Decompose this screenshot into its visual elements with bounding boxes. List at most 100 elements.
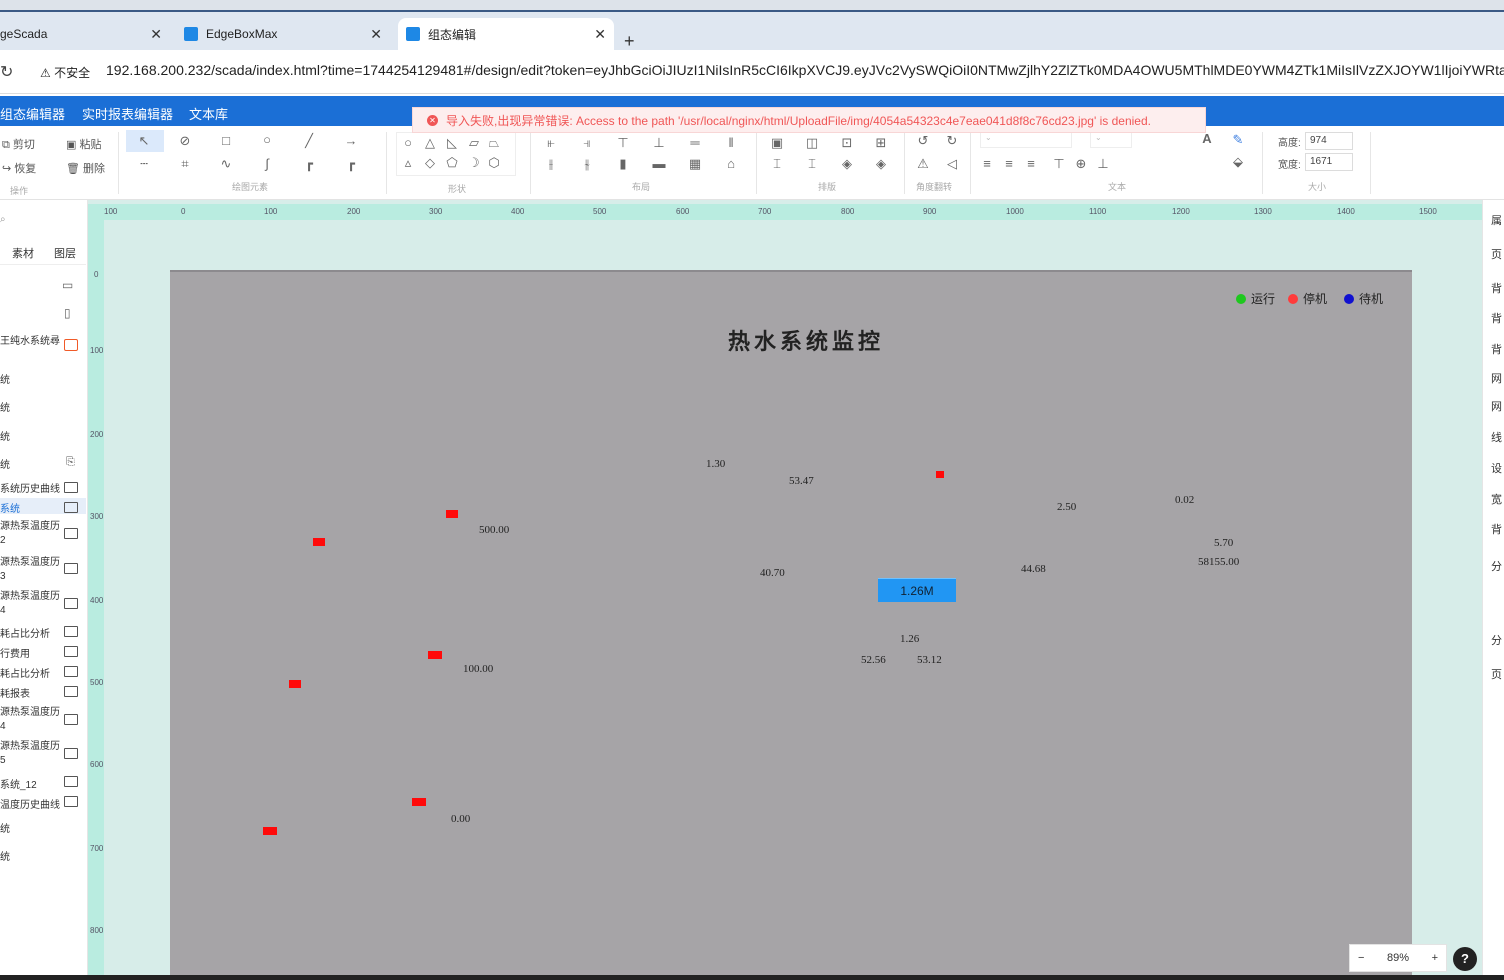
- status-indicator[interactable]: [289, 680, 301, 688]
- cut-button[interactable]: ⧉ 剪切: [2, 136, 35, 152]
- hexagon-icon[interactable]: ⬡: [485, 155, 503, 171]
- trapezoid-icon[interactable]: ⏢: [485, 135, 503, 151]
- browser-tab[interactable]: geScada ✕: [0, 18, 170, 50]
- text-valign-bottom-icon[interactable]: ⊥: [1094, 156, 1112, 172]
- rectangle-icon[interactable]: □: [217, 133, 235, 148]
- pointer-icon[interactable]: ↖: [135, 133, 153, 149]
- spacing-h-icon[interactable]: ⌶: [768, 156, 786, 172]
- arrow-icon[interactable]: →: [342, 133, 360, 148]
- page-list-item[interactable]: 源热泵温度历4: [0, 706, 62, 734]
- same-width-icon[interactable]: ▮: [614, 156, 632, 172]
- polyline-icon[interactable]: ∿: [217, 156, 235, 172]
- value-label[interactable]: 5.70: [1214, 537, 1233, 549]
- restore-button[interactable]: ↪ 恢复: [2, 160, 36, 176]
- group-icon[interactable]: ⊞: [872, 135, 890, 151]
- rotate-ccw-icon[interactable]: ↺: [914, 133, 932, 149]
- value-label[interactable]: 500.00: [479, 524, 509, 536]
- text-valign-mid-icon[interactable]: ⊕: [1072, 156, 1090, 172]
- flip-v-icon[interactable]: ◁: [943, 156, 961, 172]
- status-indicator[interactable]: [412, 798, 426, 806]
- reload-icon[interactable]: ↻: [0, 62, 13, 82]
- align-left-icon[interactable]: ⫦: [542, 135, 560, 151]
- align-middle-icon[interactable]: ═: [686, 135, 704, 150]
- lock-icon[interactable]: ⌂: [722, 156, 740, 171]
- distribute-v-icon[interactable]: ⫳: [578, 156, 596, 172]
- page-list-item[interactable]: 源热泵温度历5: [0, 740, 62, 768]
- diamond-icon[interactable]: ◇: [421, 155, 439, 171]
- tab-materials[interactable]: 素材: [12, 245, 34, 261]
- align-bottom-icon[interactable]: ⊥: [650, 135, 668, 151]
- crop-icon[interactable]: ⌗: [176, 156, 194, 172]
- browser-tab-active[interactable]: 组态编辑 ✕: [398, 18, 614, 50]
- design-canvas-area[interactable]: 100 0 100 200 300 400 500 600 700 800 90…: [88, 200, 1482, 980]
- bring-front-icon[interactable]: ▣: [768, 135, 786, 151]
- browser-tab[interactable]: EdgeBoxMax ✕: [184, 18, 390, 50]
- text-align-left-icon[interactable]: ≡: [978, 156, 996, 171]
- status-indicator[interactable]: [428, 651, 442, 659]
- help-button[interactable]: ?: [1453, 947, 1477, 971]
- value-label[interactable]: 44.68: [1021, 563, 1046, 575]
- zoom-in-button[interactable]: +: [1432, 952, 1438, 964]
- page-list-item[interactable]: 统: [0, 428, 86, 443]
- parallelogram-icon[interactable]: ▱: [465, 135, 483, 151]
- value-label[interactable]: 53.47: [789, 475, 814, 487]
- error-notification[interactable]: ✕ 导入失败,出现异常错误: Access to the path '/usr/…: [412, 107, 1206, 133]
- triangle-shape-icon[interactable]: △: [421, 135, 439, 151]
- dash-line-icon[interactable]: ┄: [135, 156, 153, 172]
- flip-h-icon[interactable]: ⚠: [914, 156, 932, 172]
- highlight-value-box[interactable]: 1.26M: [878, 578, 956, 602]
- vertical-ruler[interactable]: 0 100 200 300 400 500 600 700 800: [88, 220, 104, 980]
- legend-running[interactable]: 运行: [1236, 290, 1275, 307]
- spacing-v-icon[interactable]: ⌶: [803, 156, 821, 172]
- status-indicator[interactable]: [936, 471, 944, 478]
- moon-icon[interactable]: ☽: [465, 155, 483, 171]
- page-list-item[interactable]: 源热泵温度历2: [0, 520, 62, 548]
- distribute-h-icon[interactable]: ⫲: [542, 156, 560, 172]
- scada-stage[interactable]: 热水系统监控 运行 停机 待机 1.30 53.47 2.50 0.02 500…: [170, 270, 1412, 980]
- page-list-item[interactable]: 源热泵温度历3: [0, 556, 62, 584]
- value-label[interactable]: 100.00: [463, 663, 493, 675]
- paste-button[interactable]: ▣ 粘贴: [66, 136, 101, 152]
- page-list-item[interactable]: 统: [0, 820, 86, 835]
- corner-icon[interactable]: ┏: [300, 156, 318, 172]
- align-center-icon[interactable]: ‖: [722, 135, 740, 150]
- status-indicator[interactable]: [313, 538, 325, 546]
- tab-layers[interactable]: 图层: [54, 245, 76, 261]
- horizontal-ruler[interactable]: 100 0 100 200 300 400 500 600 700 800 90…: [88, 204, 1482, 220]
- align-top-icon[interactable]: ⊤: [614, 135, 632, 151]
- value-label[interactable]: 40.70: [760, 567, 785, 579]
- panel-label[interactable]: 属: [1491, 212, 1502, 228]
- status-indicator[interactable]: [446, 510, 458, 518]
- nav-report-editor[interactable]: 实时报表编辑器: [82, 104, 173, 123]
- same-size-icon[interactable]: ▦: [686, 156, 704, 172]
- nav-text-library[interactable]: 文本库: [189, 104, 228, 123]
- text-align-right-icon[interactable]: ≡: [1022, 156, 1040, 171]
- right-triangle-icon[interactable]: ◺: [443, 135, 461, 151]
- value-label[interactable]: 58155.00: [1198, 556, 1239, 568]
- page-list-item[interactable]: 统: [0, 371, 86, 386]
- new-folder-icon[interactable]: ▭: [62, 278, 73, 292]
- align-right-icon[interactable]: ⫣: [578, 135, 596, 151]
- font-family-select[interactable]: ⌄: [980, 132, 1072, 148]
- layers-down-icon[interactable]: ◈: [872, 156, 890, 172]
- pentagon-icon[interactable]: ⬠: [443, 155, 461, 171]
- value-label[interactable]: 1.26: [900, 633, 919, 645]
- layers-up-icon[interactable]: ◈: [838, 156, 856, 172]
- value-label[interactable]: 0.00: [451, 813, 470, 825]
- circle-icon[interactable]: ○: [258, 132, 276, 147]
- url-field[interactable]: 192.168.200.232/scada/index.html?time=17…: [106, 62, 1504, 78]
- legend-stopped[interactable]: 停机: [1288, 290, 1327, 307]
- value-label[interactable]: 2.50: [1057, 501, 1076, 513]
- page-list-item[interactable]: 统: [0, 848, 86, 863]
- no-entry-icon[interactable]: ⊘: [176, 133, 194, 149]
- security-indicator[interactable]: ⚠ 不安全: [40, 64, 90, 81]
- paint-bucket-icon[interactable]: ⬙: [1229, 154, 1247, 170]
- value-label[interactable]: 1.30: [706, 458, 725, 470]
- curve-icon[interactable]: ∫: [258, 156, 276, 171]
- zoom-out-button[interactable]: −: [1358, 952, 1364, 964]
- legend-standby[interactable]: 待机: [1344, 290, 1383, 307]
- circle-shape-icon[interactable]: ○: [399, 135, 417, 150]
- close-icon[interactable]: ✕: [150, 26, 162, 43]
- width-input[interactable]: 1671: [1305, 153, 1353, 171]
- lock-element-icon[interactable]: ⊡: [838, 135, 856, 151]
